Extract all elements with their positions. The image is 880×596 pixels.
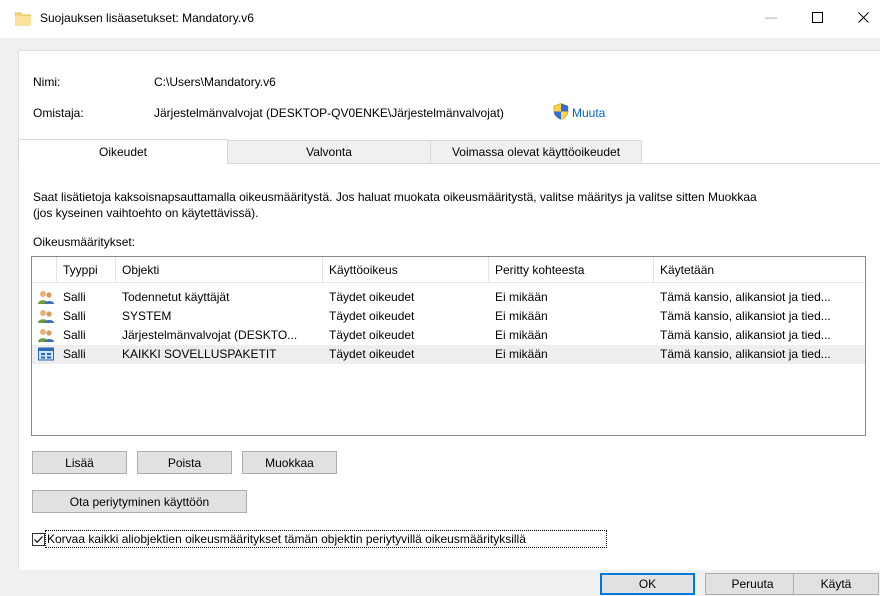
tab-label: Oikeudet (98, 145, 148, 159)
row-inherited-from: Ei mikään (495, 309, 548, 323)
table-row[interactable]: Salli KAIKKI SOVELLUSPAKETIT Täydet oike… (32, 345, 865, 364)
maximize-button[interactable] (794, 0, 840, 34)
name-label: Nimi: (33, 75, 61, 89)
row-access: Täydet oikeudet (329, 290, 415, 304)
minimize-icon: — (765, 10, 777, 24)
row-inherited-from: Ei mikään (495, 347, 548, 361)
table-row[interactable]: Salli SYSTEM Täydet oikeudet Ei mikään T… (32, 307, 865, 326)
users-icon (38, 291, 54, 304)
column-header-access[interactable]: Käyttöoikeus (323, 257, 489, 283)
tab-label: Valvonta (306, 145, 352, 159)
edit-button[interactable]: Muokkaa (242, 451, 337, 474)
row-inherited-from: Ei mikään (495, 328, 548, 342)
tab-permissions[interactable]: Oikeudet (18, 139, 228, 164)
table-row[interactable]: Salli Järjestelmänvalvojat (DESKTO... Tä… (32, 326, 865, 345)
replace-child-permissions-label[interactable]: Korvaa kaikki aliobjektien oikeusmäärity… (47, 532, 526, 546)
enable-inheritance-button[interactable]: Ota periytyminen käyttöön (32, 490, 247, 513)
add-button[interactable]: Lisää (32, 451, 127, 474)
folder-icon (15, 12, 31, 26)
apply-button[interactable]: Käytä (793, 573, 879, 595)
row-type: Salli (63, 347, 86, 361)
row-applies-to: Tämä kansio, alikansiot ja tied... (660, 309, 831, 323)
name-value: C:\Users\Mandatory.v6 (154, 75, 276, 89)
row-type: Salli (63, 290, 86, 304)
tab-auditing[interactable]: Valvonta (227, 140, 431, 163)
list-header: Tyyppi Objekti Käyttöoikeus Peritty koht… (32, 257, 865, 283)
column-header-icon[interactable] (32, 257, 57, 283)
cancel-button[interactable]: Peruuta (705, 573, 800, 595)
owner-label: Omistaja: (33, 106, 84, 120)
row-access: Täydet oikeudet (329, 347, 415, 361)
row-applies-to: Tämä kansio, alikansiot ja tied... (660, 328, 831, 342)
column-header-type[interactable]: Tyyppi (57, 257, 116, 283)
row-principal: KAIKKI SOVELLUSPAKETIT (122, 347, 277, 361)
column-header-inherited-from[interactable]: Peritty kohteesta (489, 257, 654, 283)
row-access: Täydet oikeudet (329, 328, 415, 342)
close-button[interactable] (840, 0, 880, 34)
users-icon (38, 310, 54, 323)
permission-entries-label: Oikeusmääritykset: (33, 235, 136, 249)
minimize-button[interactable]: — (748, 0, 794, 34)
app-package-icon (38, 347, 54, 361)
row-type: Salli (63, 328, 86, 342)
table-row[interactable]: Salli Todennetut käyttäjät Täydet oikeud… (32, 288, 865, 307)
description-line-2: (jos kyseinen vaihtoehto on käytettäviss… (33, 206, 259, 220)
permission-entries-list[interactable]: Tyyppi Objekti Käyttöoikeus Peritty koht… (31, 256, 866, 436)
row-principal: Todennetut käyttäjät (122, 290, 230, 304)
tab-effective-access[interactable]: Voimassa olevat käyttöoikeudet (430, 140, 642, 163)
change-owner-link[interactable]: Muuta (572, 106, 605, 120)
uac-shield-icon (553, 103, 569, 120)
checkmark-icon (34, 536, 43, 544)
title-bar: Suojauksen lisäasetukset: Mandatory.v6 — (0, 0, 880, 38)
window-title: Suojauksen lisäasetukset: Mandatory.v6 (40, 11, 254, 25)
row-principal: SYSTEM (122, 309, 172, 323)
row-type: Salli (63, 309, 86, 323)
description-line-1: Saat lisätietoja kaksoisnapsauttamalla o… (33, 190, 757, 204)
users-icon (38, 329, 54, 342)
owner-value: Järjestelmänvalvojat (DESKTOP-QV0ENKE\Jä… (154, 106, 504, 120)
row-applies-to: Tämä kansio, alikansiot ja tied... (660, 290, 831, 304)
remove-button[interactable]: Poista (137, 451, 232, 474)
row-inherited-from: Ei mikään (495, 290, 548, 304)
row-applies-to: Tämä kansio, alikansiot ja tied... (660, 347, 831, 361)
close-icon (857, 11, 869, 23)
column-header-principal[interactable]: Objekti (116, 257, 323, 283)
maximize-icon (811, 11, 823, 23)
replace-child-permissions-checkbox[interactable] (32, 533, 45, 546)
row-principal: Järjestelmänvalvojat (DESKTO... (122, 328, 298, 342)
row-access: Täydet oikeudet (329, 309, 415, 323)
ok-button[interactable]: OK (600, 573, 695, 595)
tab-label: Voimassa olevat käyttöoikeudet (451, 145, 621, 159)
column-header-applies-to[interactable]: Käytetään (654, 257, 867, 283)
